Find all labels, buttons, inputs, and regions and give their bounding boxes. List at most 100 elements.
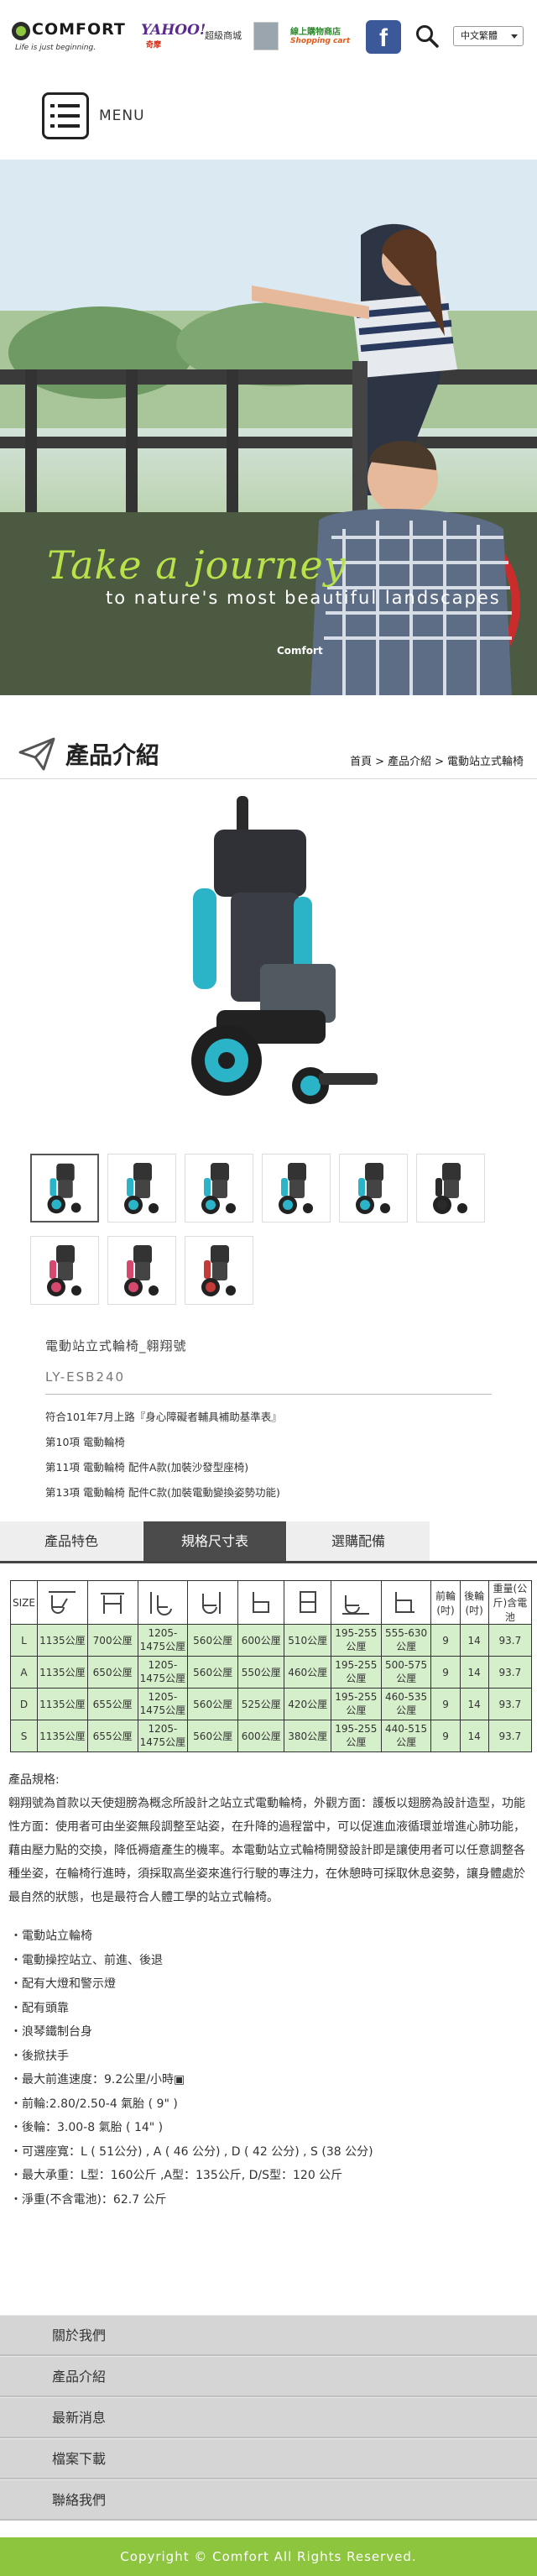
breadcrumb-current: 電動站立式輪椅 bbox=[446, 756, 524, 768]
table-row: L 1135公厘 700公厘 1205-1475公厘 560公厘 600公厘 5… bbox=[10, 1624, 533, 1657]
spec-heading: 產品規格: bbox=[8, 1773, 60, 1787]
thumbnail[interactable] bbox=[339, 1154, 408, 1223]
breadcrumb-sep: > bbox=[375, 756, 385, 768]
tab-specifications[interactable]: 規格尺寸表 bbox=[143, 1521, 286, 1561]
table-cell: 14 bbox=[459, 1656, 489, 1689]
list-item: ・前輪:2.80/2.50-4 氣胎 ( 9" ) bbox=[10, 2097, 178, 2111]
thumbnail[interactable] bbox=[262, 1154, 331, 1223]
dimension-icon-length bbox=[37, 1580, 88, 1625]
thumbnail-image bbox=[356, 1163, 390, 1214]
breadcrumb-products[interactable]: 產品介紹 bbox=[388, 756, 431, 768]
logo-tagline: Life is just beginning. bbox=[15, 44, 96, 52]
spec-table: SIZE 前輪(吋) 後輪(吋) 重量(公斤)含電池 L 1135公厘 700公… bbox=[10, 1580, 533, 1752]
table-cell: 195-255公厘 bbox=[330, 1720, 382, 1752]
thumbnail[interactable] bbox=[30, 1236, 99, 1305]
table-cell: 510公厘 bbox=[284, 1624, 331, 1657]
footer-link-products[interactable]: 產品介紹 bbox=[0, 2356, 537, 2397]
product-name: 電動站立式輪椅_翱翔號 bbox=[45, 1338, 187, 1353]
online-shop-link[interactable]: 線上購物商店 Shopping cart bbox=[253, 22, 356, 52]
product-note: 符合101年7月上路『身心障礙者輔具補助基準表』 bbox=[45, 1411, 282, 1423]
list-item: ・後掀扶手 bbox=[10, 2049, 69, 2063]
menu-label[interactable]: MENU bbox=[99, 107, 145, 124]
footer-link-news[interactable]: 最新消息 bbox=[0, 2397, 537, 2438]
thumbnail[interactable] bbox=[107, 1236, 176, 1305]
facebook-icon[interactable]: f bbox=[366, 20, 401, 54]
table-cell: 1135公厘 bbox=[37, 1624, 88, 1657]
table-cell: 9 bbox=[430, 1656, 461, 1689]
table-cell: L bbox=[10, 1624, 38, 1657]
breadcrumb-home[interactable]: 首頁 bbox=[350, 756, 372, 768]
hero-banner: Take a journey to nature's most beautifu… bbox=[0, 160, 537, 695]
top-header: COMFORT Life is just beginning. YAHOO! 奇… bbox=[0, 0, 537, 74]
footer-nav: 關於我們 產品介紹 最新消息 檔案下載 聯絡我們 bbox=[0, 2315, 537, 2521]
spec-description: 產品規格: 翱翔號為首款以天使翅膀為概念所設計之站立式電動輪椅，外觀方面：護板以… bbox=[8, 1768, 529, 1909]
footer-link-contact[interactable]: 聯絡我們 bbox=[0, 2479, 537, 2521]
language-select[interactable]: 中文繁體 bbox=[453, 26, 524, 46]
table-cell: 420公厘 bbox=[284, 1688, 331, 1720]
logo-mark-icon bbox=[12, 22, 30, 40]
tab-accessories[interactable]: 選購配備 bbox=[287, 1521, 430, 1561]
list-item: ・電動操控站立、前進、後退 bbox=[10, 1953, 163, 1967]
thumbnail-image bbox=[124, 1163, 159, 1214]
list-item: ・電動站立輪椅 bbox=[10, 1929, 92, 1943]
product-tabs: 產品特色 規格尺寸表 選購配備 bbox=[0, 1521, 537, 1563]
table-cell: 195-255公厘 bbox=[330, 1624, 382, 1657]
table-cell: 1205-1475公厘 bbox=[137, 1688, 189, 1720]
table-cell: 650公厘 bbox=[86, 1656, 138, 1689]
table-row: S 1135公厘 655公厘 1205-1475公厘 560公厘 600公厘 3… bbox=[10, 1720, 533, 1752]
dimension-icon-folded bbox=[187, 1580, 238, 1625]
table-cell: 550公厘 bbox=[237, 1656, 285, 1689]
table-cell: 93.7 bbox=[487, 1624, 533, 1657]
table-cell: 655公厘 bbox=[86, 1688, 138, 1720]
table-cell: 9 bbox=[430, 1624, 461, 1657]
thumbnail[interactable] bbox=[107, 1154, 176, 1223]
table-cell: 195-255公厘 bbox=[330, 1688, 382, 1720]
yahoo-mall-link[interactable]: YAHOO! 奇摩 超級商城 bbox=[141, 22, 243, 52]
thumbnail[interactable] bbox=[185, 1236, 253, 1305]
logo-word: COMFORT bbox=[32, 20, 126, 39]
breadcrumb: 首頁 > 產品介紹 > 電動站立式輪椅 bbox=[348, 752, 525, 768]
product-note: 第11項 電動輪椅 配件A款(加裝沙發型座椅) bbox=[45, 1461, 249, 1474]
weight-header: 重量(公斤)含電池 bbox=[487, 1580, 533, 1625]
thumbnail[interactable] bbox=[185, 1154, 253, 1223]
product-note: 第10項 電動輪椅 bbox=[45, 1436, 125, 1448]
thumbnail-image bbox=[433, 1163, 467, 1214]
table-cell: 700公厘 bbox=[86, 1624, 138, 1657]
search-icon[interactable] bbox=[414, 24, 440, 49]
spec-header-row: SIZE 前輪(吋) 後輪(吋) 重量(公斤)含電池 bbox=[10, 1580, 533, 1625]
thumbnail[interactable] bbox=[416, 1154, 485, 1223]
table-cell: 560公厘 bbox=[187, 1656, 238, 1689]
list-item: ・可選座寬：L ( 51公分) , A ( 46 公分) , D ( 42 公分… bbox=[10, 2144, 373, 2159]
thumbnail-image bbox=[201, 1163, 236, 1214]
section-header: 產品介紹 首頁 > 產品介紹 > 電動站立式輪椅 bbox=[0, 720, 537, 779]
yahoo-logo: YAHOO! bbox=[141, 22, 206, 39]
table-cell: 380公厘 bbox=[284, 1720, 331, 1752]
table-cell: 440-515公厘 bbox=[380, 1720, 432, 1752]
table-cell: 93.7 bbox=[487, 1656, 533, 1689]
footer-link-about[interactable]: 關於我們 bbox=[0, 2315, 537, 2356]
table-cell: 555-630公厘 bbox=[380, 1624, 432, 1657]
size-header: SIZE bbox=[10, 1580, 38, 1625]
table-cell: A bbox=[10, 1656, 38, 1689]
list-item: ・最大承重：L型：160公斤 ,A型：135公斤, D/S型：120 公斤 bbox=[10, 2169, 343, 2182]
comfort-logo[interactable]: COMFORT Life is just beginning. bbox=[12, 20, 136, 57]
thumbnail[interactable] bbox=[30, 1154, 99, 1223]
table-cell: 460-535公厘 bbox=[380, 1688, 432, 1720]
thumbnail-image bbox=[47, 1245, 81, 1296]
table-cell: 1205-1475公厘 bbox=[137, 1624, 189, 1657]
product-main-image bbox=[191, 796, 378, 1104]
list-item: ・後輪：3.00-8 氣胎 ( 14" ) bbox=[10, 2121, 164, 2134]
yahoo-sub: 奇摩 bbox=[146, 41, 162, 50]
table-cell: 93.7 bbox=[487, 1720, 533, 1752]
table-row: A 1135公厘 650公厘 1205-1475公厘 560公厘 550公厘 4… bbox=[10, 1656, 533, 1689]
menu-icon[interactable] bbox=[42, 92, 89, 139]
footer-link-downloads[interactable]: 檔案下載 bbox=[0, 2438, 537, 2479]
table-cell: 14 bbox=[459, 1688, 489, 1720]
thumbnail-image bbox=[201, 1245, 236, 1296]
shop-title: 線上購物商店 bbox=[290, 28, 341, 37]
table-cell: 600公厘 bbox=[237, 1624, 285, 1657]
table-cell: 600公厘 bbox=[237, 1720, 285, 1752]
dimension-icon-back-height bbox=[284, 1580, 331, 1625]
table-cell: 14 bbox=[459, 1624, 489, 1657]
tab-features[interactable]: 產品特色 bbox=[0, 1521, 143, 1561]
